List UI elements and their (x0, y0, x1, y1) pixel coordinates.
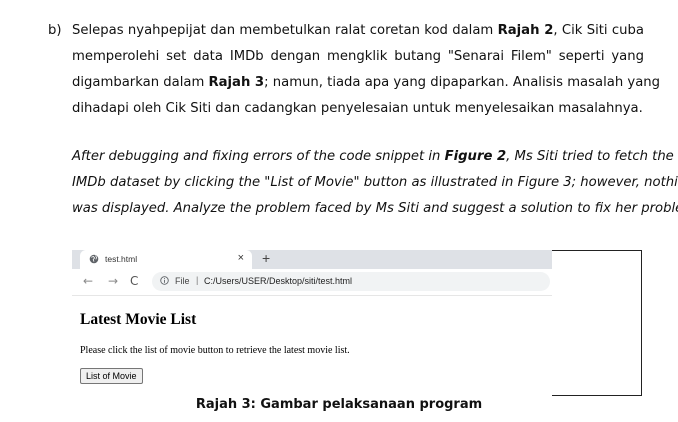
back-button[interactable]: ← (83, 274, 93, 288)
english-line-2: IMDb dataset by clicking the "List of Mo… (72, 175, 678, 190)
page-instruction: Please click the list of movie button to… (80, 345, 350, 356)
question-text-english: After debugging and fixing errors of the… (72, 144, 678, 222)
browser-tab[interactable]: test.html × (80, 250, 252, 269)
page-heading: Latest Movie List (80, 311, 197, 328)
list-of-movie-button[interactable]: List of Movie (80, 368, 143, 384)
reload-button[interactable]: C (130, 274, 138, 288)
browser-toolbar: ← → C File | C:/Users/USER/Desktop/siti/… (72, 269, 552, 296)
malay-line-1: Selepas nyahpepijat dan membetulkan rala… (72, 23, 644, 38)
address-bar[interactable]: File | C:/Users/USER/Desktop/siti/test.h… (152, 272, 550, 291)
figure-reference: Rajah 3 (208, 75, 265, 90)
tab-bar: test.html × + (72, 250, 552, 269)
browser-screenshot: test.html × + ← → C File | C:/Users/USER… (72, 250, 552, 396)
question-text-malay: Selepas nyahpepijat dan membetulkan rala… (72, 18, 661, 122)
info-icon[interactable] (160, 276, 169, 285)
tab-title: test.html (105, 254, 138, 264)
figure-reference: Figure 2 (444, 149, 507, 164)
english-line-1: After debugging and fixing errors of the… (72, 149, 674, 164)
url-text[interactable]: C:/Users/USER/Desktop/siti/test.html (204, 276, 352, 286)
figure-reference: Rajah 2 (497, 23, 554, 38)
globe-icon (89, 254, 99, 264)
address-separator: | (196, 275, 199, 285)
malay-line-3: digambarkan dalam Rajah 3; namun, tiada … (72, 75, 661, 90)
malay-line-2: memperolehi set data IMDb dengan mengkli… (72, 49, 644, 64)
forward-button[interactable]: → (108, 274, 118, 288)
close-icon[interactable]: × (238, 252, 244, 264)
english-line-3: was displayed. Analyze the problem faced… (72, 201, 678, 216)
figure-caption: Rajah 3: Gambar pelaksanaan program (195, 397, 483, 412)
question-marker: b) (48, 23, 62, 38)
malay-line-4: dihadapi oleh Cik Siti dan cadangkan pen… (72, 101, 643, 116)
new-tab-button[interactable]: + (262, 250, 270, 266)
scheme-label: File (175, 276, 190, 286)
